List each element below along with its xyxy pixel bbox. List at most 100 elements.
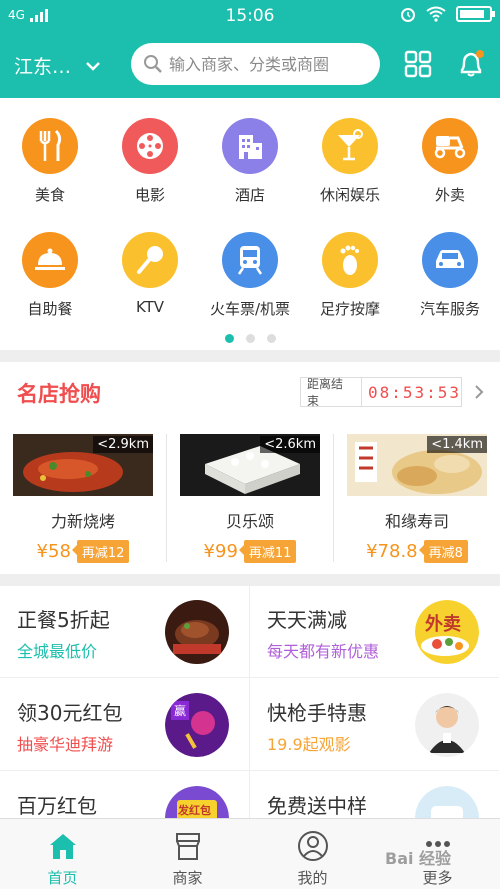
film-reel-icon — [137, 133, 163, 159]
page-dot[interactable] — [224, 334, 234, 343]
search-input[interactable] — [169, 54, 379, 74]
app-header: 江东… — [0, 32, 500, 98]
tab-label: 商家 — [172, 869, 203, 887]
category-icon-bg — [422, 232, 478, 288]
category-icon-bg — [22, 118, 78, 174]
category-ktv[interactable]: KTV — [100, 232, 200, 316]
shop-price-row: ¥78.8 再减8 — [347, 540, 487, 563]
discount-tag: 再减11 — [238, 540, 297, 563]
divider — [333, 434, 334, 562]
promo-card[interactable]: 快枪手特惠 19.9起观影 — [250, 679, 499, 771]
promo-subtitle: 全城最低价 — [17, 642, 98, 661]
foot-icon — [340, 245, 359, 275]
shop-photo-cake: <2.6km — [180, 434, 320, 496]
shop-price-row: ¥58 再减12 — [13, 540, 153, 563]
microphone-icon — [137, 246, 163, 274]
category-takeout[interactable]: 外卖 — [400, 118, 500, 205]
shop-card[interactable]: <2.6km 贝乐颂 ¥99 再减11 — [180, 434, 320, 563]
fork-knife-icon — [39, 129, 62, 161]
status-bar: 4G 15:06 — [0, 0, 500, 32]
category-grid: 美食 电影 酒店 休闲娱乐 外卖 自助餐 KTV 火车票/机票 足疗按摩 汽车服… — [0, 98, 500, 350]
shop-photo-sushi: <1.4km — [347, 434, 487, 496]
category-hotel[interactable]: 酒店 — [200, 118, 300, 205]
scan-grid-icon[interactable] — [404, 50, 432, 78]
promo-card[interactable]: 领30元红包 抽豪华迪拜游 赢 — [0, 679, 249, 771]
status-icons — [400, 6, 495, 22]
promo-title: 百万红包 — [17, 794, 97, 818]
category-label: 外卖 — [434, 186, 465, 204]
category-icon-bg — [222, 232, 278, 288]
category-label: 汽车服务 — [419, 300, 480, 318]
home-icon — [49, 834, 76, 859]
tab-label: 更多 — [422, 869, 453, 887]
category-tickets[interactable]: 火车票/机票 — [200, 232, 300, 319]
page-indicator — [0, 334, 500, 343]
shop-price: ¥99 — [203, 541, 238, 562]
category-leisure[interactable]: 休闲娱乐 — [300, 118, 400, 205]
category-icon-bg — [122, 118, 178, 174]
cocktail-icon — [338, 129, 363, 161]
category-label: 足疗按摩 — [319, 300, 380, 318]
discount-tag: 再减12 — [71, 540, 130, 563]
city-name: 江东… — [14, 56, 72, 78]
promo-badge: 发红包 — [178, 804, 211, 817]
scooter-icon — [434, 136, 466, 159]
promo-badge: 赢 — [171, 701, 190, 720]
promo-image-takeout: 外卖 — [415, 600, 479, 664]
battery-icon — [456, 6, 495, 22]
promo-badge: 外卖 — [425, 614, 461, 635]
category-car[interactable]: 汽车服务 — [400, 232, 500, 319]
category-massage[interactable]: 足疗按摩 — [300, 232, 400, 319]
tab-profile[interactable]: 我的 — [250, 819, 375, 889]
countdown-time: 08:53:53 — [367, 382, 461, 402]
divider — [166, 434, 167, 562]
promo-card[interactable]: 正餐5折起 全城最低价 — [0, 586, 249, 678]
category-icon-bg — [322, 118, 378, 174]
search-box[interactable] — [131, 43, 380, 85]
category-icon-bg — [122, 232, 178, 288]
category-icon-bg — [322, 232, 378, 288]
promo-grid: 正餐5折起 全城最低价 天天满减 每天都有新优惠 外卖 领30元红包 抽豪华迪拜… — [0, 586, 500, 864]
promo-title: 快枪手特惠 — [267, 701, 367, 725]
promo-image-redpacket: 赢 — [165, 693, 229, 757]
shop-name: 贝乐颂 — [225, 512, 274, 531]
shop-price-row: ¥99 再减11 — [180, 540, 320, 563]
category-buffet[interactable]: 自助餐 — [0, 232, 100, 319]
shop-card[interactable]: <2.9km 力新烧烤 ¥58 再减12 — [13, 434, 153, 563]
page-dot[interactable] — [245, 334, 255, 343]
shop-icon — [175, 833, 200, 860]
tab-home[interactable]: 首页 — [0, 819, 125, 889]
shop-card[interactable]: <1.4km 和缘寿司 ¥78.8 再减8 — [347, 434, 487, 563]
page-dot[interactable] — [266, 334, 276, 343]
promo-card[interactable]: 天天满减 每天都有新优惠 外卖 — [250, 586, 499, 678]
category-movie[interactable]: 电影 — [100, 118, 200, 205]
chevron-right-icon[interactable] — [473, 383, 485, 401]
category-label: 自助餐 — [27, 300, 73, 318]
shop-name: 力新烧烤 — [50, 512, 115, 531]
promo-image-steak — [165, 600, 229, 664]
wifi-icon — [426, 6, 446, 22]
shop-price: ¥78.8 — [366, 541, 418, 562]
famous-shops-section: 名店抢购 距离结束 08:53:53 <2.9km 力新烧烤 ¥58 再减12 … — [0, 362, 500, 574]
tab-label: 首页 — [47, 869, 78, 887]
category-label: 美食 — [34, 186, 65, 204]
shop-photo-bbq: <2.9km — [13, 434, 153, 496]
section-title: 名店抢购 — [17, 382, 101, 406]
category-icon-bg — [22, 232, 78, 288]
promo-subtitle: 抽豪华迪拜游 — [17, 735, 114, 754]
distance-badge: <2.6km — [260, 436, 320, 453]
category-food[interactable]: 美食 — [0, 118, 100, 205]
distance-badge: <2.9km — [93, 436, 153, 453]
category-icon-bg — [222, 118, 278, 174]
promo-subtitle: 19.9起观影 — [267, 735, 351, 754]
discount-tag: 再减8 — [418, 540, 468, 563]
promo-title: 免费送中样 — [267, 794, 367, 818]
bell-icon[interactable] — [456, 48, 486, 78]
building-icon — [239, 135, 262, 159]
user-icon — [297, 831, 328, 861]
promo-title: 天天满减 — [267, 608, 347, 632]
city-selector[interactable]: 江东… — [14, 52, 101, 79]
tab-shops[interactable]: 商家 — [125, 819, 250, 889]
chevron-down-icon — [86, 61, 100, 71]
watermark: Bai 经验 — [385, 849, 452, 868]
